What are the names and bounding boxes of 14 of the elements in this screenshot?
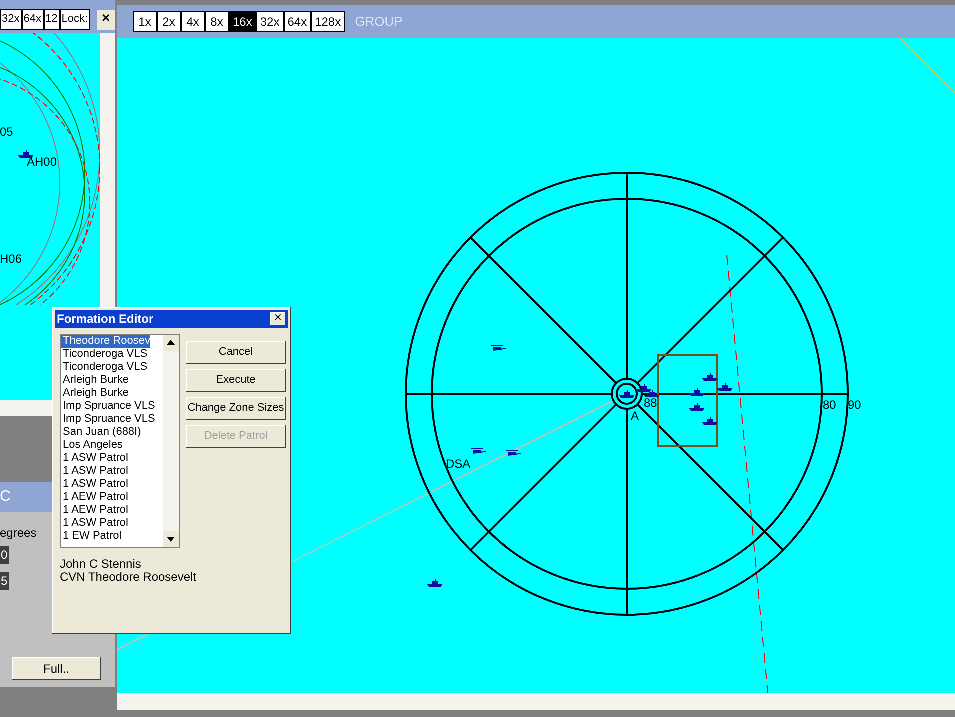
dialog-title: Formation Editor <box>57 311 154 328</box>
info-text: CVN Theodore Roosevelt <box>60 571 198 584</box>
info-text: John C Stennis <box>60 558 142 571</box>
units-label: egrees <box>0 525 37 542</box>
panel-title: C <box>0 486 11 507</box>
map-label: 88 <box>644 397 658 409</box>
map-label: 05 <box>0 124 14 141</box>
range-label: 90 <box>848 397 862 414</box>
map-label: AH00 <box>27 154 58 171</box>
map-label: H06 <box>0 251 22 268</box>
map-label: A <box>631 410 640 422</box>
group-label: GROUP <box>355 12 403 31</box>
map-label: DSA <box>446 456 471 473</box>
range-label: 80 <box>823 397 836 414</box>
